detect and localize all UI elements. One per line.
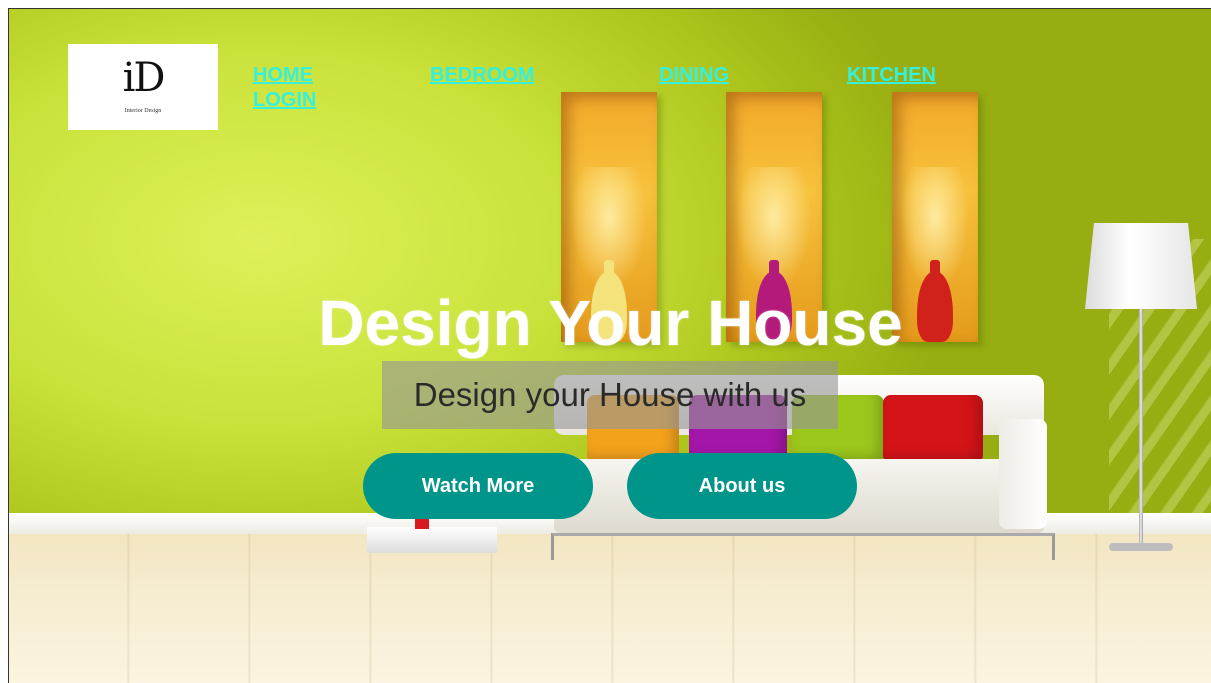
hero-title: Design Your House bbox=[318, 287, 903, 359]
watch-more-button[interactable]: Watch More bbox=[363, 453, 593, 519]
floor-lamp-shade bbox=[1085, 223, 1197, 309]
side-table bbox=[367, 519, 497, 553]
logo[interactable]: iD Interior Design bbox=[68, 44, 218, 130]
nav-link-bedroom[interactable]: BEDROOM bbox=[430, 63, 534, 87]
nav-link-kitchen[interactable]: KITCHEN bbox=[847, 63, 936, 87]
sofa-legs bbox=[551, 533, 1055, 560]
hero-subtitle: Design your House with us bbox=[382, 361, 838, 429]
pillow-red bbox=[883, 395, 983, 463]
nav-link-dining[interactable]: DINING bbox=[659, 63, 729, 87]
floor-lamp-base bbox=[1109, 543, 1173, 551]
page-frame: iD Interior Design HOME LOGIN BEDROOM DI… bbox=[8, 8, 1211, 683]
floor-lamp-pole bbox=[1139, 309, 1143, 545]
logo-tagline: Interior Design bbox=[124, 108, 162, 114]
nav-link-home[interactable]: HOME bbox=[253, 63, 313, 87]
about-us-button[interactable]: About us bbox=[627, 453, 857, 519]
logo-mark: iD bbox=[122, 55, 166, 101]
sofa-arm bbox=[999, 419, 1047, 529]
nav-link-login[interactable]: LOGIN bbox=[253, 88, 316, 112]
